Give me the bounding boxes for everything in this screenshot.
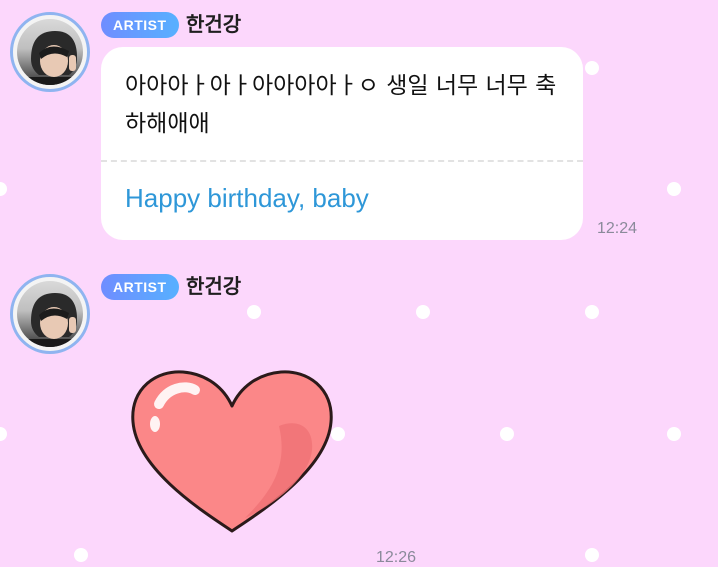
avatar[interactable] [10,12,90,92]
sender-name[interactable]: 한건강 [186,10,241,38]
sender-name[interactable]: 한건강 [186,272,241,300]
message-bubble[interactable]: 아아아ㅏ아ㅏ아아아아ㅏㅇ 생일 너무 너무 축하해애애 Happy birthd… [101,47,583,240]
artist-badge: ARTIST [101,12,179,38]
avatar-photo [27,31,79,85]
avatar-photo [27,293,79,347]
heart-sticker[interactable] [129,366,335,538]
avatar[interactable] [10,274,90,354]
message-time: 12:26 [376,549,417,566]
translation-text: Happy birthday, baby [125,183,369,213]
message-time: 12:24 [597,220,638,237]
message-text: 아아아ㅏ아ㅏ아아아아ㅏㅇ 생일 너무 너무 축하해애애 [125,73,557,137]
bubble-divider [101,160,583,162]
artist-badge: ARTIST [101,274,179,300]
